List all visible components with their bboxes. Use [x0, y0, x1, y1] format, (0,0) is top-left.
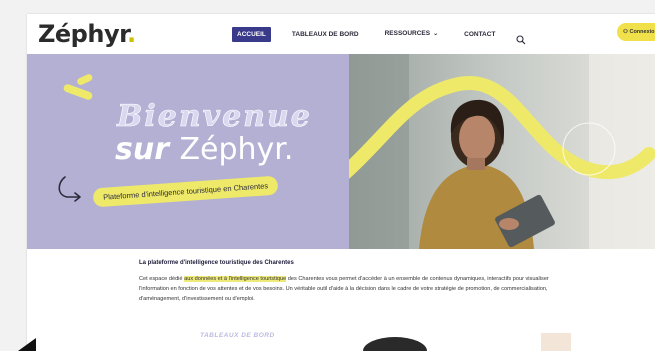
dashboard-preview-image	[363, 333, 571, 351]
nav-item-tableaux-de-bord[interactable]: TABLEAUX DE BORD	[287, 27, 364, 42]
hero-tagline: Plateforme d'intelligence touristique en…	[92, 175, 279, 208]
back-arrow-icon[interactable]	[18, 338, 38, 351]
intro-text-before: Cet espace dédié	[139, 276, 185, 282]
hero-text-panel: Bienvenue sur Zéphyr. Plateforme d'intel…	[27, 54, 349, 249]
dashboards-section-title: TABLEAUX DE BORD	[200, 332, 275, 339]
decorative-dashes-icon	[63, 74, 93, 100]
intro-text-highlight: aux données et à l'intelligence touristi…	[184, 276, 287, 282]
logo-dot: .	[127, 20, 136, 48]
hero-banner: Bienvenue sur Zéphyr. Plateforme d'intel…	[27, 54, 655, 249]
nav-item-ressources-label: RESSOURCES	[384, 30, 431, 37]
hero-photo-woman-with-tablet	[349, 54, 655, 249]
logo-text: Zéphyr	[38, 20, 128, 48]
hero-title-line2: sur Zéphyr.	[115, 132, 293, 167]
nav-item-ressources[interactable]: RESSOURCES ⌄	[380, 26, 444, 42]
login-button[interactable]: ⚇ Connexio	[617, 23, 655, 41]
login-button-label: Connexio	[629, 29, 655, 35]
page: Zéphyr. ACCUEIL TABLEAUX DE BORD RESSOUR…	[27, 14, 655, 351]
curved-arrow-icon	[58, 176, 81, 202]
hero-title-line1: Bienvenue	[117, 99, 312, 135]
intro-paragraph: Cet espace dédié aux données et à l'inte…	[139, 274, 577, 304]
main-nav: ACCUEIL TABLEAUX DE BORD RESSOURCES ⌄ CON…	[232, 26, 526, 45]
chevron-down-icon: ⌄	[433, 31, 439, 37]
user-icon: ⚇	[623, 29, 628, 35]
search-icon[interactable]	[516, 30, 526, 45]
nav-item-contact[interactable]: CONTACT	[459, 27, 500, 42]
site-logo[interactable]: Zéphyr.	[38, 20, 136, 48]
hero-title-prefix: sur	[115, 132, 180, 167]
site-header: Zéphyr. ACCUEIL TABLEAUX DE BORD RESSOUR…	[27, 14, 655, 54]
intro-heading: La plateforme d'intelligence touristique…	[139, 260, 294, 266]
nav-item-accueil[interactable]: ACCUEIL	[232, 26, 271, 42]
hero-title-brand: Zéphyr.	[179, 132, 294, 167]
